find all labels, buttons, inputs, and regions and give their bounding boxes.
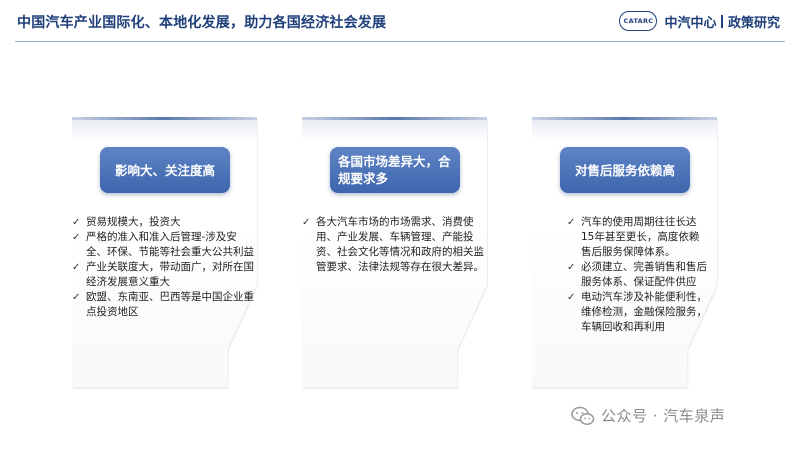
logo-text: CATARC [623,17,654,25]
card-heading-pill: 对售后服务依赖高 [560,147,690,193]
bullet-list: ✓ 贸易规模大，投资大 ✓ 严格的准入和准入后管理-涉及安全、环保、节能等社会重大公… [72,215,257,320]
card-heading: 各国市场差异大，合规要求多 [338,154,451,186]
list-item: ✓ 电动汽车涉及补能便利性，维修检测，金融保险服务，车辆回收和再利用 [567,291,707,333]
check-icon: ✓ [72,217,81,228]
catarc-logo: CATARC [619,11,658,31]
brand-divider [721,14,723,28]
list-item: ✓ 产业关联度大，带动面广，对所在国经济发展意义重大 [72,261,254,288]
wechat-icon [571,406,595,425]
check-icon: ✓ [72,232,81,243]
list-item: ✓ 必须建立、完善销售和售后服务体系、保证配件供应 [567,261,707,288]
list-item: ✓ 汽车的使用周期往往长达15年甚至更长，高度依赖售后服务保障体系。 [567,216,700,258]
list-item: ✓ 贸易规模大，投资大 [72,216,181,228]
list-item: ✓ 各大汽车市场的市场需求、消费使用、产业发展、车辆管理、产能投资、社会文化等情况… [302,216,484,273]
brand-name: 中汽中心 [664,15,717,31]
card-heading: 对售后服务依赖高 [574,162,675,178]
card-heading-pill: 各国市场差异大，合规要求多 [330,147,460,193]
header: 中国汽车产业国际化、本地化发展，助力各国经济社会发展 CATARC 中汽中心 政… [0,0,800,44]
card-heading: 影响大、关注度高 [114,162,215,178]
watermark: 公众号 · 汽车泉声 [571,405,725,426]
list-item: ✓ 严格的准入和准入后管理-涉及安全、环保、节能等社会重大公共利益 [72,231,254,258]
bullet-list: ✓ 汽车的使用周期往往长达15年甚至更长，高度依赖售后服务保障体系。 ✓ 必须建立、… [567,215,707,335]
header-divider [15,41,785,42]
brand: CATARC 中汽中心 政策研究 [619,11,780,31]
check-icon: ✓ [302,217,311,228]
check-icon: ✓ [72,262,81,273]
list-item: ✓ 欧盟、东南亚、巴西等是中国企业重点投资地区 [72,291,254,318]
check-icon: ✓ [567,217,576,228]
brand-subtitle: 政策研究 [727,15,780,31]
watermark-text: 公众号 · 汽车泉声 [601,407,726,425]
check-icon: ✓ [72,292,81,303]
bullet-list: ✓ 各大汽车市场的市场需求、消费使用、产业发展、车辆管理、产能投资、社会文化等情况… [302,215,487,275]
card-heading-pill: 影响大、关注度高 [100,147,230,193]
check-icon: ✓ [567,262,576,273]
check-icon: ✓ [567,292,576,303]
page-title: 中国汽车产业国际化、本地化发展，助力各国经济社会发展 [17,15,387,31]
